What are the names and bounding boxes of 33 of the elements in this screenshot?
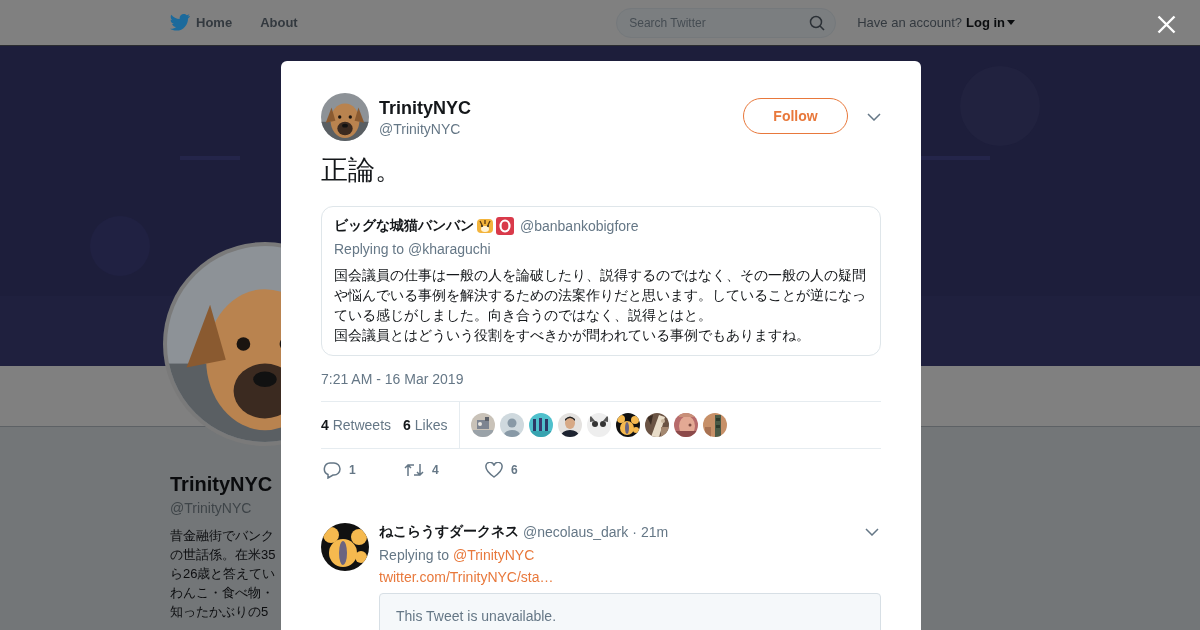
nav-link[interactable]: About [260,15,298,30]
stat-link[interactable]: 6 Likes [403,417,448,433]
close-icon[interactable] [1157,15,1176,34]
reply-icon[interactable] [323,461,341,479]
nav-link[interactable]: Home [170,14,233,31]
bio-text: わんこ・食べ物・ [170,584,274,602]
profile-name: TrinityNYC [170,472,274,496]
replying-text: Replying to @TrinityNYC [379,547,535,563]
author-name: ねこらうすダークネス [379,523,519,541]
mention-link[interactable]: @TrinityNYC [452,547,535,563]
tweet-time: 21m [640,524,669,540]
retweet-icon[interactable] [404,462,424,478]
bio-text: 昔金融街でバンク [170,527,274,545]
tweet-link[interactable]: twitter.com/TrinityNYC/sta… [379,569,554,585]
author-handle: @necolaus_dark [523,524,629,540]
account-prompt: Have an account? [857,15,962,30]
separator: · [632,524,637,540]
action-count: 6 [511,463,518,477]
action-count: 4 [432,463,439,477]
stat-link[interactable]: 4 Retweets [321,417,392,433]
login-link[interactable]: Log in [966,15,1015,30]
timestamp: 7:21 AM - 16 Mar 2019 [321,370,465,389]
bird-icon [170,14,190,31]
search-icon [809,14,826,31]
bio-text: の世話係。在米35 [170,546,276,564]
unavailable-notice: This Tweet is unavailable. [379,593,881,630]
bio-text: 知ったかぶりの5 [170,603,269,621]
caret-icon [1007,20,1015,25]
bio-text: ら26歳と答えてい [170,565,276,583]
chevron-icon[interactable] [865,528,879,536]
action-count: 1 [349,463,356,477]
avatar-icon[interactable] [500,413,525,437]
heart-icon[interactable] [485,462,503,478]
